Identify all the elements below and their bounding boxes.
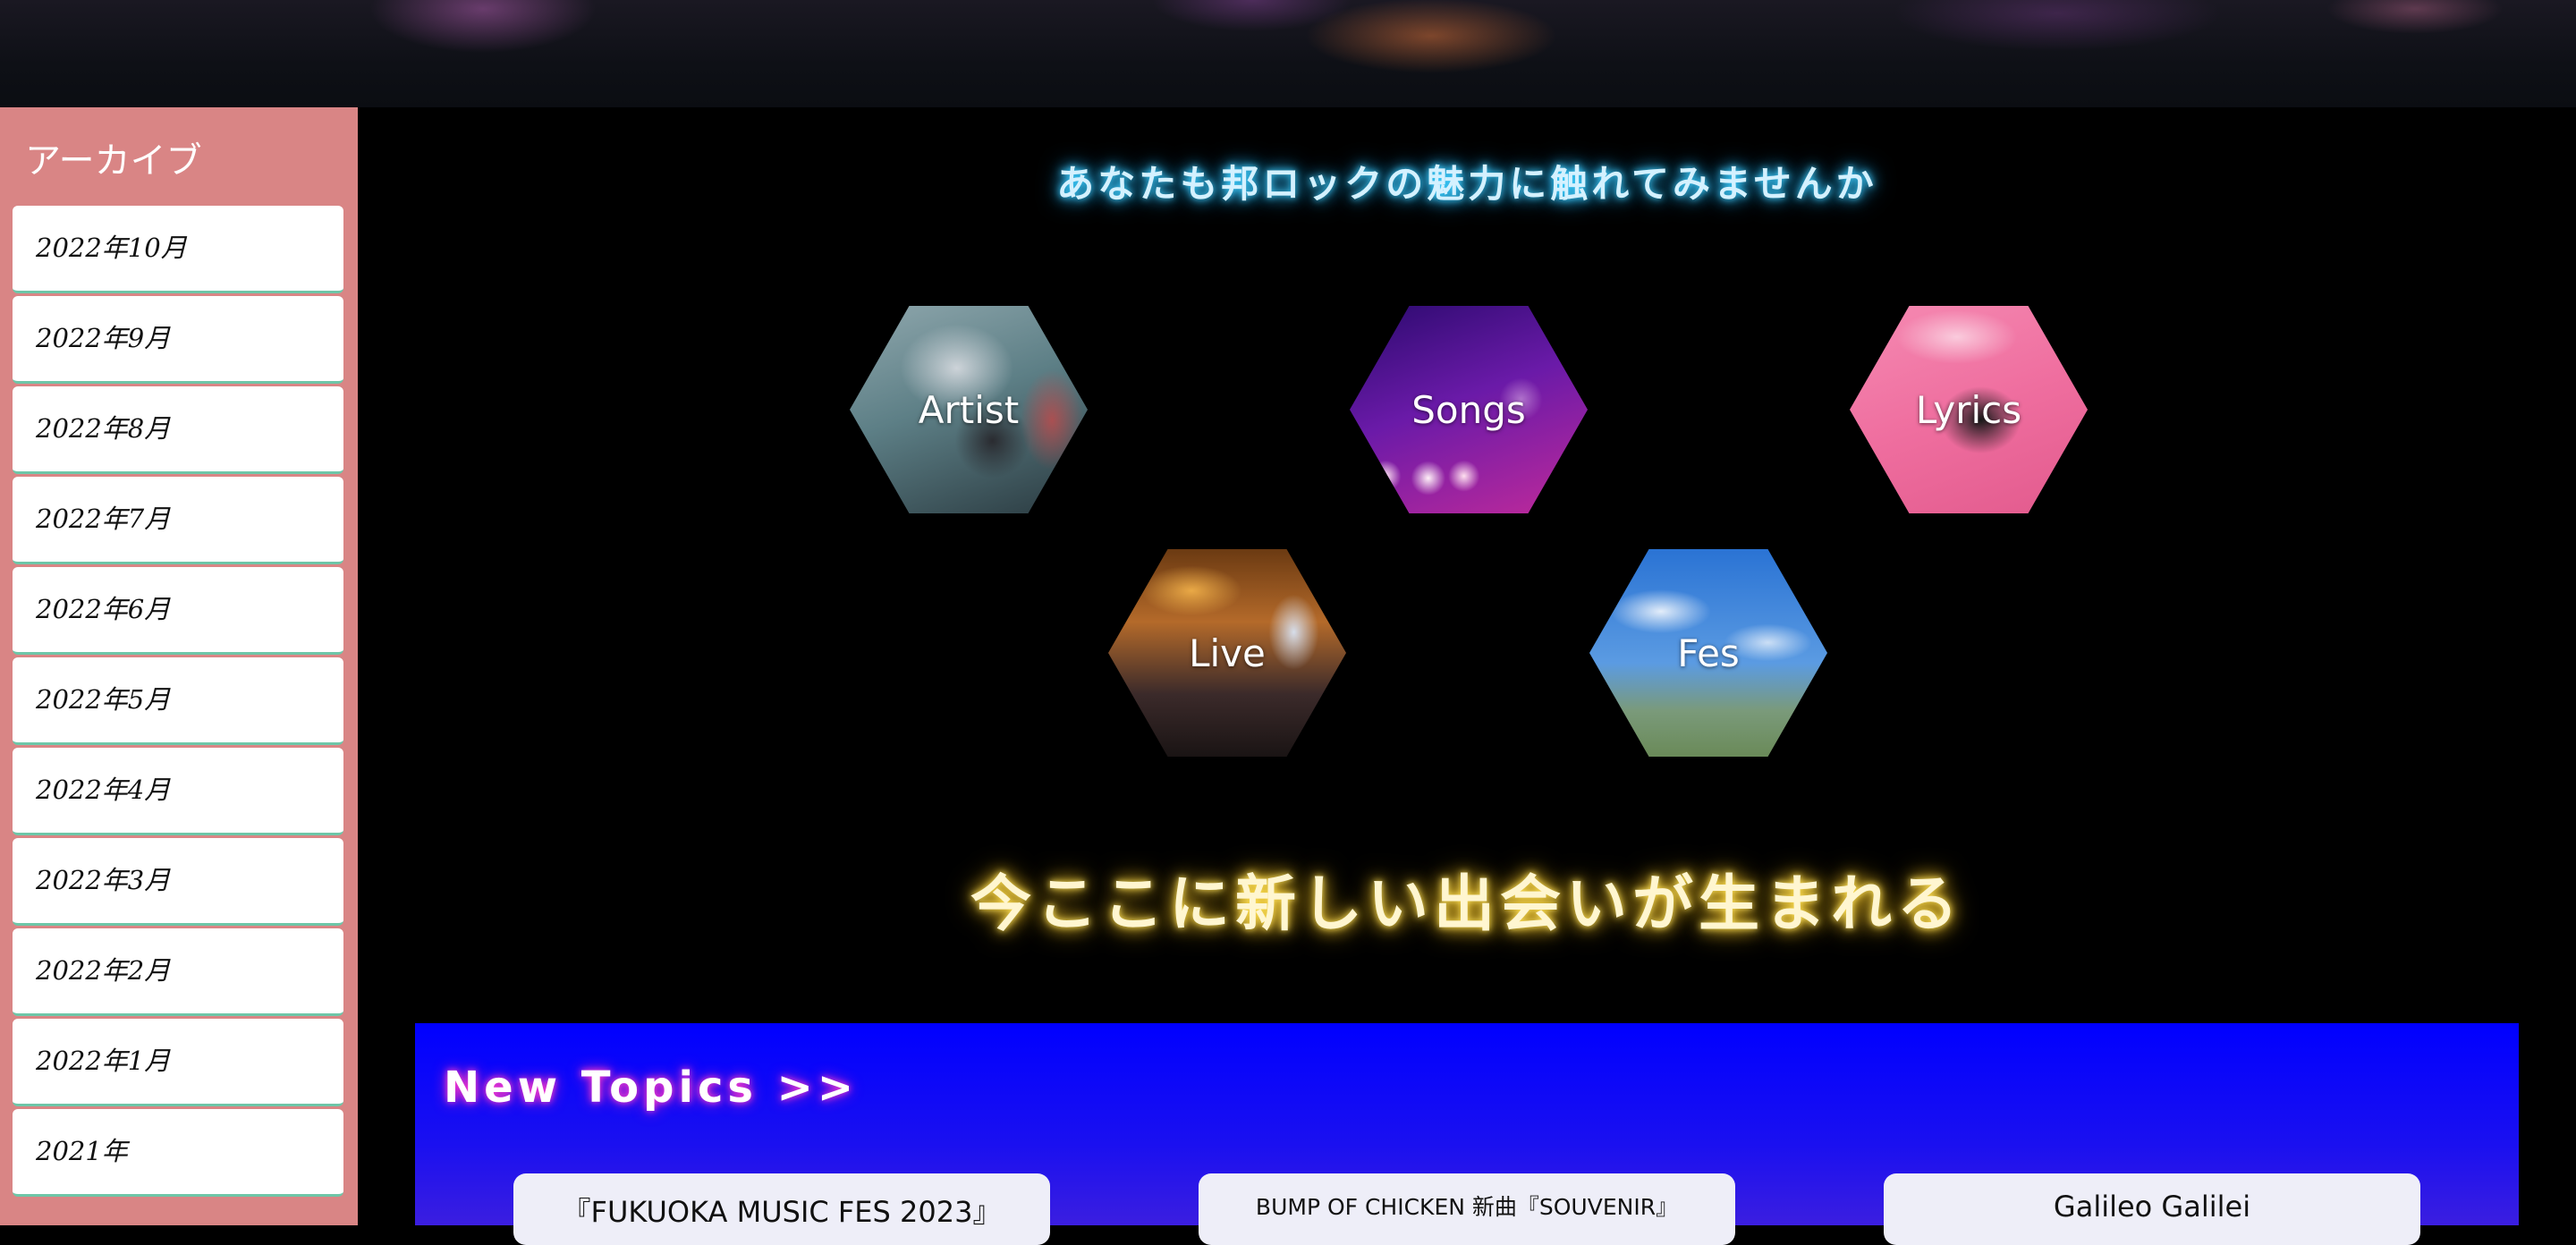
archive-item-2022-09[interactable]: 2022年9月 [13,296,343,384]
category-label: Lyrics [1915,387,2022,432]
sidebar-title: アーカイブ [25,140,202,182]
category-artist-link[interactable]: Artist [850,306,1088,513]
header-banner-image [0,0,2576,107]
archive-item-2022-02[interactable]: 2022年2月 [13,928,343,1016]
archive-item-2021[interactable]: 2021年 [13,1109,343,1197]
archive-item-2022-10[interactable]: 2022年10月 [13,206,343,293]
archive-list: 2022年10月 2022年9月 2022年8月 2022年7月 2022年6月… [13,206,345,1197]
category-songs-link[interactable]: Songs [1350,306,1588,513]
category-label: Live [1189,631,1266,675]
main-content: あなたも邦ロックの魅力に触れてみませんか Artist Songs Lyrics… [358,107,2576,1245]
category-label: Fes [1677,631,1740,675]
archive-item-2022-06[interactable]: 2022年6月 [13,567,343,655]
category-label: Artist [918,387,1020,432]
archive-sidebar: アーカイブ 2022年10月 2022年9月 2022年8月 2022年7月 2… [0,107,358,1225]
topic-card[interactable]: Galileo Galilei [1884,1173,2420,1245]
new-topics-link[interactable]: New Topics >> [444,1063,858,1113]
new-topics-section: New Topics >> 『FUKUOKA MUSIC FES 2023』 B… [415,1023,2519,1245]
category-live-link[interactable]: Live [1108,549,1346,757]
archive-item-2022-04[interactable]: 2022年4月 [13,748,343,835]
archive-item-2022-08[interactable]: 2022年8月 [13,386,343,474]
category-label: Songs [1411,387,1526,432]
category-lyrics-link[interactable]: Lyrics [1850,306,2088,513]
archive-item-2022-01[interactable]: 2022年1月 [13,1019,343,1106]
archive-item-2022-05[interactable]: 2022年5月 [13,657,343,745]
category-fes-link[interactable]: Fes [1589,549,1827,757]
topic-card[interactable]: BUMP OF CHICKEN 新曲『SOUVENIR』 [1199,1173,1735,1245]
topic-card[interactable]: 『FUKUOKA MUSIC FES 2023』 [513,1173,1050,1245]
archive-item-2022-07[interactable]: 2022年7月 [13,477,343,564]
archive-item-2022-03[interactable]: 2022年3月 [13,838,343,926]
page-headline: あなたも邦ロックの魅力に触れてみませんか [1056,162,1877,206]
tagline: 今ここに新しい出会いが生まれる [970,869,1963,940]
